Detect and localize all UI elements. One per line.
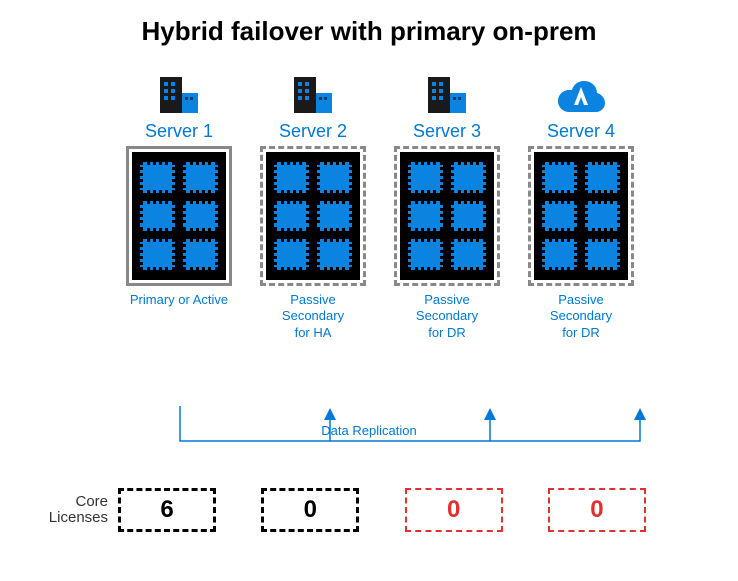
chip-icon [451,239,486,270]
replication-label: Data Replication [0,423,738,438]
license-box-2: 0 [261,488,359,532]
server-name: Server 1 [145,121,213,142]
chip-icon [542,239,577,270]
license-box-3: 0 [405,488,503,532]
chip-icon [183,239,218,270]
server-col-2: Server 2 PassiveSecondaryfor HA [246,69,380,346]
chip-icon [317,201,352,232]
chip-icon [317,162,352,193]
chip-icon [140,239,175,270]
chip-icon [542,162,577,193]
chip-icon [451,162,486,193]
chip-icon [183,162,218,193]
chip-icon [542,201,577,232]
diagram-title: Hybrid failover with primary on-prem [0,16,738,47]
server-name: Server 4 [547,121,615,142]
server-col-4: Server 4 PassiveSecondaryfor DR [514,69,648,346]
chip-icon [317,239,352,270]
chip-icon [140,201,175,232]
server-name: Server 3 [413,121,481,142]
chip-icon [408,201,443,232]
server-col-3: Server 3 PassiveSecondaryfor DR [380,69,514,346]
building-icon [292,69,334,115]
cloud-icon [553,69,609,115]
core-box [534,152,628,280]
chip-icon [274,162,309,193]
core-box [132,152,226,280]
role-label: PassiveSecondaryfor HA [282,292,344,346]
chip-icon [408,239,443,270]
licenses-row: CoreLicenses 6 0 0 0 [0,488,738,532]
license-box-1: 6 [118,488,216,532]
chip-icon [274,239,309,270]
server-col-1: Server 1 Primary or Active [112,69,246,346]
chip-icon [451,201,486,232]
building-icon [426,69,468,115]
license-box-4: 0 [548,488,646,532]
chip-icon [183,201,218,232]
chip-icon [585,162,620,193]
chip-icon [408,162,443,193]
core-box [266,152,360,280]
chip-icon [585,239,620,270]
licenses-label: CoreLicenses [36,494,108,527]
chip-icon [140,162,175,193]
building-icon [158,69,200,115]
role-label: PassiveSecondaryfor DR [550,292,612,346]
role-label: Primary or Active [130,292,228,346]
licenses-boxes: 6 0 0 0 [118,488,738,532]
servers-row: Server 1 Primary or Active Server 2 Pas [0,69,738,346]
server-name: Server 2 [279,121,347,142]
chip-icon [585,201,620,232]
role-label: PassiveSecondaryfor DR [416,292,478,346]
chip-icon [274,201,309,232]
core-box [400,152,494,280]
